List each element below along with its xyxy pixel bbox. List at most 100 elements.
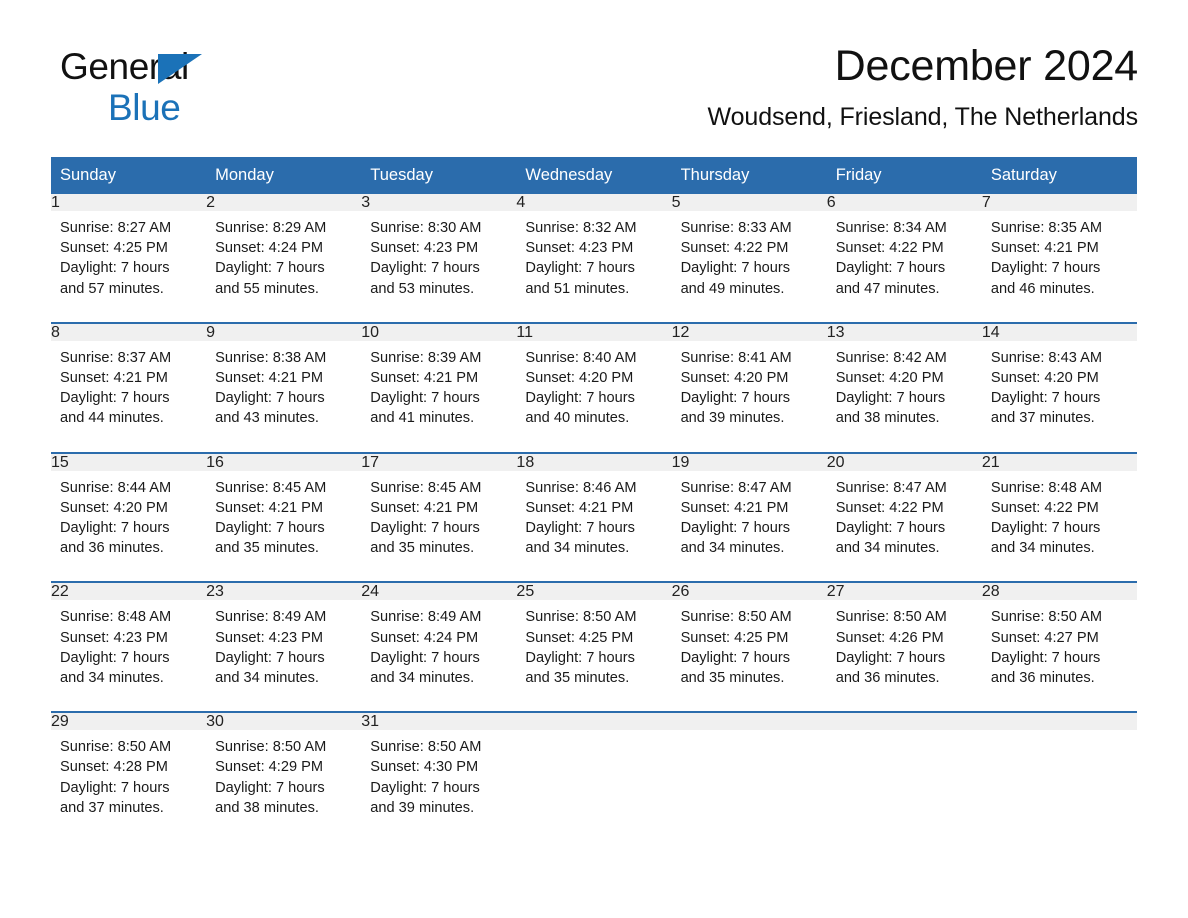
day-cell[interactable]: Sunrise: 8:45 AM Sunset: 4:21 PM Daylight:…: [206, 471, 361, 569]
day-cell[interactable]: Sunrise: 8:50 AM Sunset: 4:30 PM Daylight:…: [361, 730, 516, 828]
day-cell[interactable]: Sunrise: 8:29 AM Sunset: 4:24 PM Daylight:…: [206, 211, 361, 309]
day-cell[interactable]: Sunrise: 8:49 AM Sunset: 4:23 PM Daylight:…: [206, 600, 361, 698]
day-number[interactable]: 22: [51, 583, 207, 601]
week-detail-row: Sunrise: 8:44 AM Sunset: 4:20 PM Daylight:…: [51, 471, 1137, 569]
day-cell-content: Sunrise: 8:27 AM Sunset: 4:25 PM Daylight:…: [51, 211, 206, 309]
day-cell[interactable]: Sunrise: 8:47 AM Sunset: 4:22 PM Daylight:…: [827, 471, 982, 569]
day-number[interactable]: 1: [51, 194, 207, 211]
day-cell[interactable]: Sunrise: 8:33 AM Sunset: 4:22 PM Daylight:…: [672, 211, 827, 309]
day-cell[interactable]: Sunrise: 8:49 AM Sunset: 4:24 PM Daylight:…: [361, 600, 516, 698]
day-info-line: Sunrise: 8:47 AM: [835, 479, 947, 496]
day-cell[interactable]: Sunrise: 8:34 AM Sunset: 4:22 PM Daylight:…: [827, 211, 982, 309]
day-cell[interactable]: Sunrise: 8:50 AM Sunset: 4:28 PM Daylight:…: [51, 730, 206, 828]
day-info-line: Sunset: 4:20 PM: [680, 370, 789, 387]
day-cell-content: Sunrise: 8:50 AM Sunset: 4:28 PM Daylight:…: [51, 730, 206, 828]
day-cell[interactable]: Sunrise: 8:48 AM Sunset: 4:22 PM Daylight:…: [982, 471, 1137, 569]
week-daynumber-row: 8 9 10 11 12 13 14: [51, 323, 1137, 341]
week-daynumber-row: 1234567: [51, 194, 1137, 211]
day-cell[interactable]: Sunrise: 8:27 AM Sunset: 4:25 PM Daylight:…: [51, 211, 206, 309]
day-number[interactable]: 31: [361, 713, 517, 731]
day-number[interactable]: 11: [516, 323, 672, 341]
day-cell[interactable]: Sunrise: 8:40 AM Sunset: 4:20 PM Daylight:…: [516, 341, 671, 439]
day-info-line: Sunrise: 8:48 AM: [990, 479, 1102, 496]
day-cell[interactable]: Sunrise: 8:44 AM Sunset: 4:20 PM Daylight:…: [51, 471, 206, 569]
day-cell[interactable]: Sunrise: 8:37 AM Sunset: 4:21 PM Daylight:…: [51, 341, 206, 439]
day-number[interactable]: 24: [361, 583, 517, 601]
day-number[interactable]: 23: [206, 583, 362, 601]
day-cell[interactable]: Sunrise: 8:42 AM Sunset: 4:20 PM Daylight:…: [827, 341, 982, 439]
day-info-line: and 43 minutes.: [215, 410, 319, 427]
day-number[interactable]: 26: [671, 583, 827, 601]
day-cell[interactable]: Sunrise: 8:43 AM Sunset: 4:20 PM Daylight:…: [982, 341, 1137, 439]
day-info-line: Sunrise: 8:50 AM: [525, 609, 637, 626]
day-number[interactable]: 12: [671, 323, 827, 341]
day-cell-content: Sunrise: 8:42 AM Sunset: 4:20 PM Daylight:…: [827, 341, 982, 439]
day-number[interactable]: 3: [361, 194, 517, 211]
day-cell[interactable]: Sunrise: 8:39 AM Sunset: 4:21 PM Daylight:…: [361, 341, 516, 439]
day-info-line: Daylight: 7 hours: [990, 649, 1101, 666]
day-cell[interactable]: Sunrise: 8:32 AM Sunset: 4:23 PM Daylight:…: [516, 211, 671, 309]
calendar-page: General Blue December 2024 Woudsend, Fri…: [0, 0, 1188, 918]
day-info-line: Sunset: 4:24 PM: [215, 240, 324, 257]
day-cell[interactable]: Sunrise: 8:30 AM Sunset: 4:23 PM Daylight:…: [361, 211, 516, 309]
logo-text-blue: Blue: [108, 87, 181, 128]
day-number[interactable]: 10: [361, 323, 517, 341]
day-cell[interactable]: Sunrise: 8:50 AM Sunset: 4:29 PM Daylight:…: [206, 730, 361, 828]
day-number[interactable]: 27: [826, 583, 982, 601]
day-info-line: Sunrise: 8:42 AM: [835, 349, 947, 366]
day-number[interactable]: 16: [206, 453, 362, 471]
day-cell[interactable]: Sunrise: 8:50 AM Sunset: 4:27 PM Daylight:…: [982, 600, 1137, 698]
day-info-line: Sunset: 4:23 PM: [215, 629, 324, 646]
day-info-line: Daylight: 7 hours: [215, 260, 325, 277]
week-detail-row: Sunrise: 8:37 AM Sunset: 4:21 PM Daylight:…: [51, 341, 1137, 439]
day-number[interactable]: 6: [826, 194, 982, 211]
day-info-line: Sunrise: 8:46 AM: [525, 479, 637, 496]
day-number[interactable]: 17: [361, 453, 517, 471]
day-number[interactable]: 21: [981, 453, 1137, 471]
day-number[interactable]: 9: [206, 323, 362, 341]
day-info-line: Sunset: 4:20 PM: [525, 370, 634, 387]
day-number[interactable]: 13: [826, 323, 982, 341]
day-number[interactable]: 18: [516, 453, 672, 471]
day-cell[interactable]: Sunrise: 8:50 AM Sunset: 4:25 PM Daylight:…: [672, 600, 827, 698]
day-number[interactable]: 25: [516, 583, 672, 601]
day-number-empty: [516, 713, 672, 731]
day-cell[interactable]: Sunrise: 8:41 AM Sunset: 4:20 PM Daylight:…: [672, 341, 827, 439]
day-number[interactable]: 29: [51, 713, 207, 731]
day-number[interactable]: 14: [981, 323, 1137, 341]
day-cell[interactable]: Sunrise: 8:46 AM Sunset: 4:21 PM Daylight:…: [516, 471, 671, 569]
day-number[interactable]: 2: [206, 194, 362, 211]
week-gap-cell: [51, 308, 1137, 322]
day-cell[interactable]: Sunrise: 8:50 AM Sunset: 4:26 PM Daylight:…: [827, 600, 982, 698]
day-cell[interactable]: Sunrise: 8:35 AM Sunset: 4:21 PM Daylight:…: [982, 211, 1137, 309]
day-cell[interactable]: Sunrise: 8:50 AM Sunset: 4:25 PM Daylight:…: [516, 600, 671, 698]
day-info-line: Sunset: 4:23 PM: [370, 240, 479, 257]
day-info-line: Daylight: 7 hours: [525, 260, 635, 277]
day-info-line: Sunset: 4:22 PM: [680, 240, 789, 257]
week-detail-row: Sunrise: 8:50 AM Sunset: 4:28 PM Daylight:…: [51, 730, 1137, 828]
day-cell[interactable]: Sunrise: 8:47 AM Sunset: 4:21 PM Daylight:…: [672, 471, 827, 569]
day-cell-content: Sunrise: 8:48 AM Sunset: 4:23 PM Daylight:…: [51, 600, 206, 698]
day-number[interactable]: 20: [826, 453, 982, 471]
day-number[interactable]: 30: [206, 713, 362, 731]
day-number[interactable]: 4: [516, 194, 672, 211]
day-info-line: Daylight: 7 hours: [525, 649, 635, 666]
day-info-line: Sunset: 4:28 PM: [60, 759, 168, 776]
weekday-header-saturday: Saturday: [981, 157, 1137, 194]
day-number[interactable]: 7: [981, 194, 1137, 211]
day-number[interactable]: 15: [51, 453, 207, 471]
day-cell[interactable]: Sunrise: 8:48 AM Sunset: 4:23 PM Daylight:…: [51, 600, 206, 698]
day-info-line: and 34 minutes.: [215, 670, 319, 687]
day-info-line: Sunrise: 8:50 AM: [680, 609, 792, 626]
day-number[interactable]: 28: [981, 583, 1137, 601]
day-cell[interactable]: Sunrise: 8:38 AM Sunset: 4:21 PM Daylight:…: [206, 341, 361, 439]
day-info-line: Daylight: 7 hours: [60, 649, 170, 666]
day-number[interactable]: 5: [671, 194, 827, 211]
day-number[interactable]: 19: [671, 453, 827, 471]
day-cell[interactable]: Sunrise: 8:45 AM Sunset: 4:21 PM Daylight:…: [361, 471, 516, 569]
page-subtitle: Woudsend, Friesland, The Netherlands: [707, 103, 1139, 132]
day-info-line: Sunrise: 8:43 AM: [990, 349, 1102, 366]
day-info-line: Daylight: 7 hours: [990, 520, 1101, 537]
day-number[interactable]: 8: [51, 323, 207, 341]
day-info-line: Daylight: 7 hours: [215, 779, 325, 796]
